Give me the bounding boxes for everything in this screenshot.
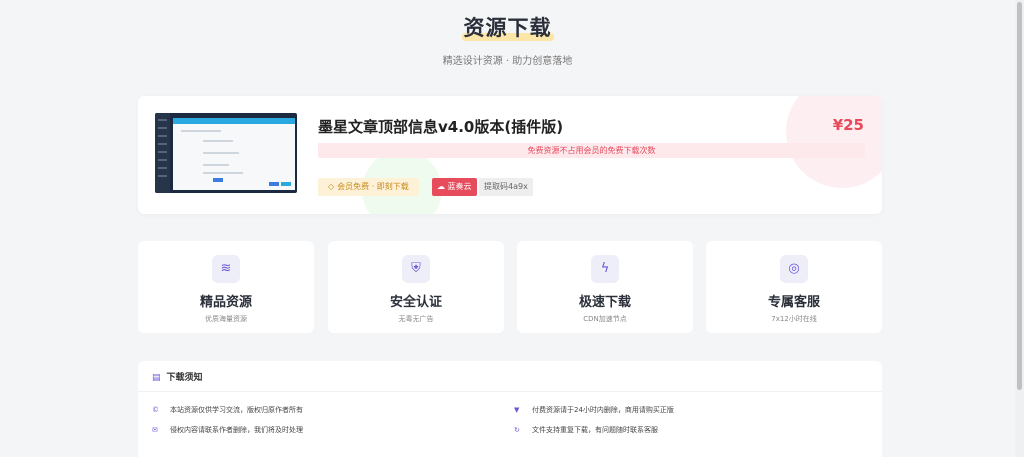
diamond-icon: ◇ xyxy=(328,182,335,191)
thumbnail-content xyxy=(173,118,295,190)
note-item: © 本站资源仅供学习交流，版权归原作者所有 xyxy=(152,405,303,415)
feature-card-support: ◎ 专属客服 7x12小时在线 xyxy=(706,241,882,333)
document-icon: ▤ xyxy=(152,373,161,383)
notes-title: 下载须知 xyxy=(166,373,203,383)
page-scrollbar[interactable] xyxy=(1015,0,1024,457)
feature-card-speed: ϟ 极速下载 CDN加速节点 xyxy=(517,241,693,333)
note-item: ↻ 文件支持重复下载，有问题随时联系客服 xyxy=(514,425,658,435)
page-subtitle: 精选设计资源 · 助力创意落地 xyxy=(442,56,573,67)
feature-title: 极速下载 xyxy=(578,295,631,310)
divider xyxy=(138,391,882,392)
feature-title: 专属客服 xyxy=(767,295,820,310)
feature-subtitle: CDN加速节点 xyxy=(583,315,627,323)
member-download-button[interactable]: ◇ 会员免费 · 即刻下载 xyxy=(318,178,419,196)
feature-subtitle: 无毒无广告 xyxy=(398,315,434,323)
shield-icon: ⛨ xyxy=(402,255,430,283)
note-text: 文件支持重复下载，有问题随时联系客服 xyxy=(532,426,658,434)
copyright-icon: © xyxy=(152,406,159,414)
download-notes: ▤ 下载须知 © 本站资源仅供学习交流，版权归原作者所有 ▼ 付费资源请于24小时内删… xyxy=(138,361,882,457)
thumbnail-sidebar xyxy=(155,113,170,193)
lightning-icon: ϟ xyxy=(591,255,619,283)
member-download-label: 会员免费 · 即刻下载 xyxy=(337,182,409,191)
lifebuoy-icon: ◎ xyxy=(780,255,808,283)
mail-icon: ✉ xyxy=(152,426,158,434)
resource-price: ¥25 xyxy=(832,116,864,134)
note-text: 付费资源请于24小时内删除，商用请购买正版 xyxy=(532,406,674,414)
refresh-icon: ↻ xyxy=(514,426,520,434)
feature-card-security: ⛨ 安全认证 无毒无广告 xyxy=(328,241,504,333)
database-icon: ≋ xyxy=(212,255,240,283)
feature-title: 安全认证 xyxy=(389,295,442,310)
extraction-code[interactable]: 提取码4a9x xyxy=(479,178,533,196)
feature-card-resources: ≋ 精品资源 优质海量资源 xyxy=(138,241,314,333)
feature-title: 精品资源 xyxy=(199,295,252,310)
cart-icon: ▼ xyxy=(514,406,520,414)
notes-header: ▤ 下载须知 xyxy=(152,370,203,383)
feature-subtitle: 7x12小时在线 xyxy=(771,315,817,323)
note-text: 本站资源仅供学习交流，版权归原作者所有 xyxy=(170,406,303,414)
page-header: 资源下载 精选设计资源 · 助力创意落地 xyxy=(0,0,1015,67)
scrollbar-thumb[interactable] xyxy=(1017,2,1022,390)
note-item: ✉ 侵权内容请联系作者删除，我们将及时处理 xyxy=(152,425,303,435)
page-title-text: 资源下载 xyxy=(463,16,552,40)
resource-title: 墨星文章顶部信息v4.0版本(插件版) xyxy=(318,118,564,136)
lanzou-cloud-label: 蓝奏云 xyxy=(447,182,472,191)
note-item: ▼ 付费资源请于24小时内删除，商用请购买正版 xyxy=(514,405,674,415)
resource-card: 墨星文章顶部信息v4.0版本(插件版) ¥25 免费资源不占用会员的免费下载次数… xyxy=(138,96,882,214)
note-text: 侵权内容请联系作者删除，我们将及时处理 xyxy=(170,426,303,434)
lanzou-cloud-button[interactable]: ☁ 蓝奏云 xyxy=(432,178,477,196)
page-title: 资源下载 xyxy=(461,12,554,42)
cloud-icon: ☁ xyxy=(437,182,445,191)
decorative-blob xyxy=(786,96,882,188)
resource-thumbnail[interactable] xyxy=(155,113,297,193)
free-notice: 免费资源不占用会员的免费下载次数 xyxy=(318,143,865,158)
feature-subtitle: 优质海量资源 xyxy=(205,315,247,323)
